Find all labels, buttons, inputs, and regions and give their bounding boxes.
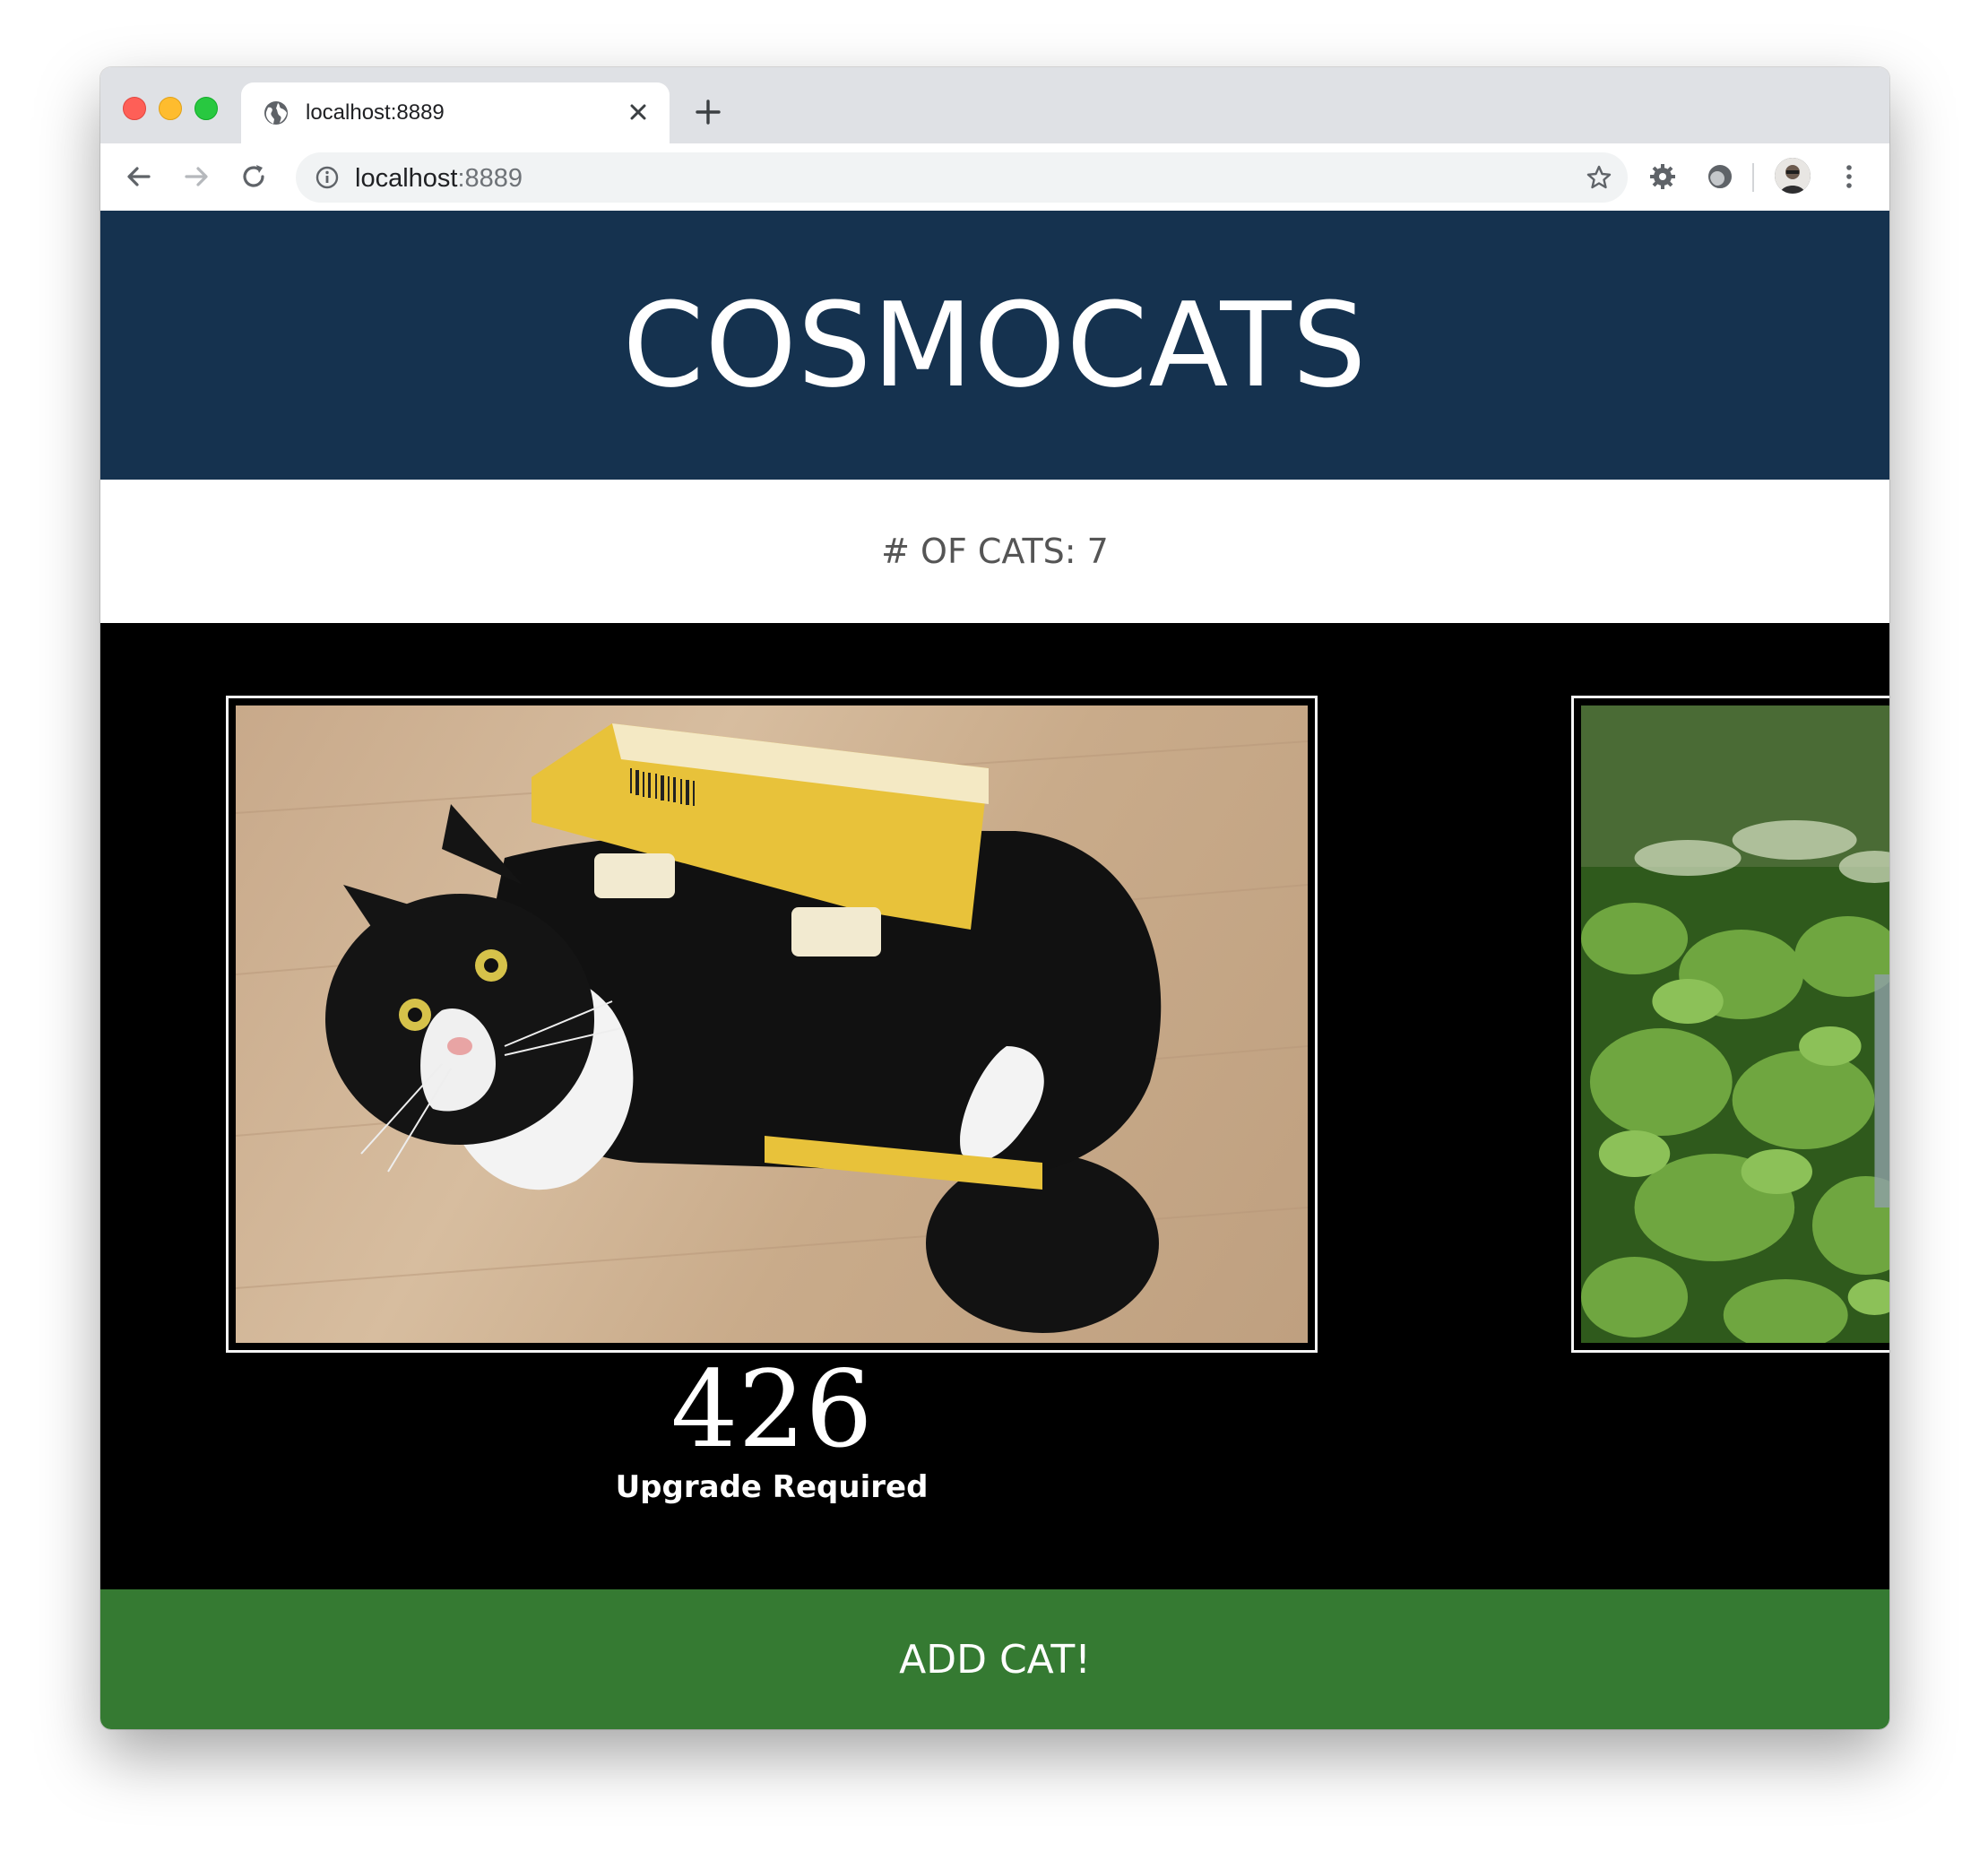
more-vert-icon[interactable] <box>1832 160 1866 194</box>
page-content: COSMOCATS # OF CATS: 7 426 Upgrade Requi… <box>100 211 1889 1729</box>
cat-card[interactable] <box>226 696 1318 1353</box>
cat-card[interactable] <box>1571 696 1889 1353</box>
info-icon[interactable] <box>314 164 341 191</box>
cat-photo <box>1581 705 1889 1343</box>
close-icon[interactable] <box>625 99 652 126</box>
forward-arrow-icon[interactable] <box>179 160 213 194</box>
cat-count: # OF CATS: 7 <box>881 532 1109 571</box>
plus-icon[interactable] <box>692 96 724 128</box>
minimize-window-button[interactable] <box>159 97 182 120</box>
extension-gear-icon[interactable] <box>1646 160 1680 194</box>
toolbar-separator <box>1752 163 1754 192</box>
star-icon[interactable] <box>1585 163 1613 192</box>
close-window-button[interactable] <box>123 97 146 120</box>
cat-count-bar: # OF CATS: 7 <box>100 480 1889 623</box>
site-header: COSMOCATS <box>100 211 1889 480</box>
extension-circle-icon[interactable] <box>1703 160 1737 194</box>
browser-window: localhost:8889 localhost:8889 COSMOCATS … <box>100 67 1889 1729</box>
caption-number: 426 <box>670 1347 873 1471</box>
globe-icon <box>264 101 288 125</box>
add-cat-label: ADD CAT! <box>899 1636 1091 1683</box>
browser-tab[interactable]: localhost:8889 <box>241 82 670 143</box>
url-text: localhost:8889 <box>355 164 523 194</box>
address-bar[interactable]: localhost:8889 <box>296 152 1628 203</box>
maximize-window-button[interactable] <box>194 97 218 120</box>
add-cat-button[interactable]: ADD CAT! <box>100 1589 1889 1729</box>
url-port: :8889 <box>457 164 523 193</box>
back-arrow-icon[interactable] <box>122 160 156 194</box>
tab-strip: localhost:8889 <box>100 67 1889 143</box>
site-title: COSMOCATS <box>622 277 1368 413</box>
cat-photo <box>236 705 1308 1343</box>
url-host: localhost <box>355 164 458 193</box>
profile-avatar[interactable] <box>1775 158 1811 194</box>
tab-title: localhost:8889 <box>306 100 445 125</box>
cat-gallery[interactable]: 426 Upgrade Required <box>100 623 1889 1589</box>
reload-icon[interactable] <box>237 160 271 194</box>
browser-toolbar: localhost:8889 <box>100 143 1889 211</box>
caption-text: Upgrade Required <box>615 1469 929 1505</box>
